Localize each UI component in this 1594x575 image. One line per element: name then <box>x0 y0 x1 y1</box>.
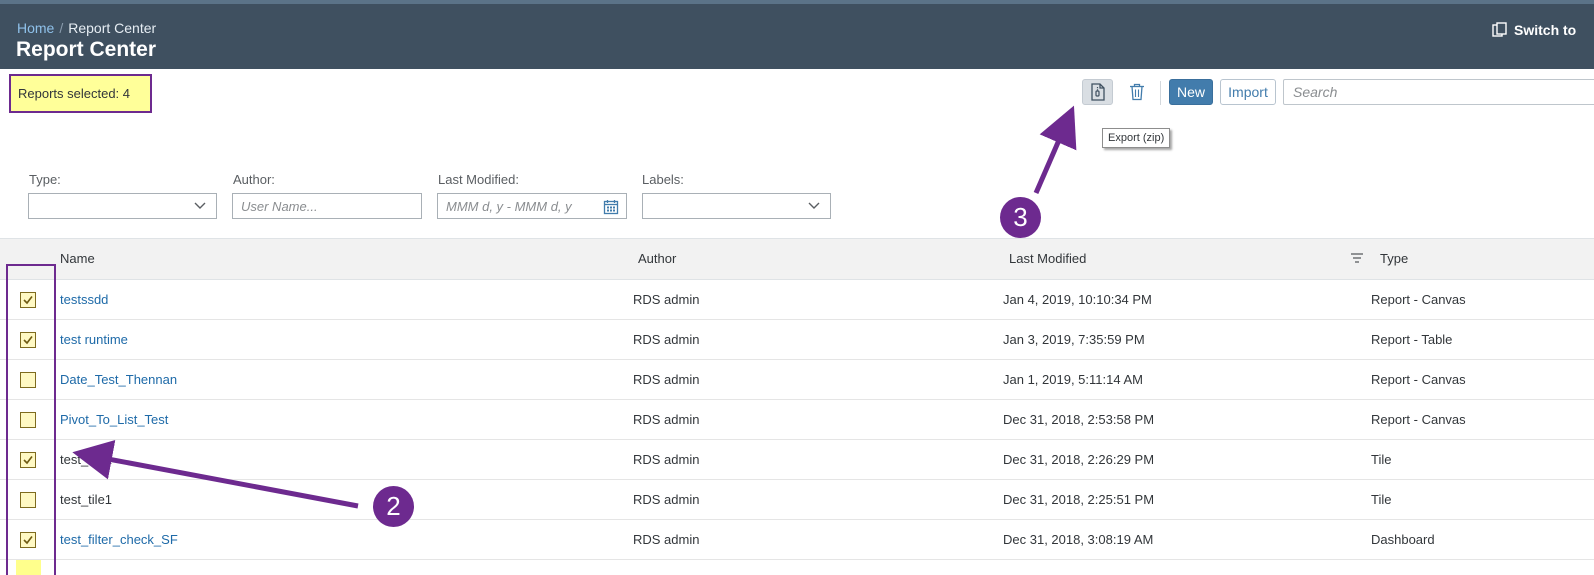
date-range-input[interactable]: MMM d, y - MMM d, y <box>437 193 627 219</box>
breadcrumb-home-link[interactable]: Home <box>17 20 54 36</box>
report-name-link[interactable]: test runtime <box>60 332 128 347</box>
table-row[interactable]: test_tile2 RDS admin Dec 31, 2018, 2:26:… <box>0 440 1594 480</box>
report-author: RDS admin <box>633 452 700 467</box>
author-filter-label: Author: <box>233 172 275 187</box>
report-name-link[interactable]: testssdd <box>60 292 108 307</box>
checkbox-checked-icon <box>23 296 33 305</box>
report-type: Dashboard <box>1371 532 1435 547</box>
page-title: Report Center <box>16 38 157 61</box>
toolbar-divider <box>1160 81 1161 105</box>
table-row[interactable]: testssdd RDS admin Jan 4, 2019, 10:10:34… <box>0 280 1594 320</box>
column-header-name[interactable]: Name <box>60 251 95 266</box>
switch-button[interactable]: Switch to <box>1492 22 1576 38</box>
sort-icon[interactable] <box>1350 252 1364 264</box>
report-type: Tile <box>1371 492 1392 507</box>
import-button[interactable]: Import <box>1220 79 1276 105</box>
row-checkbox[interactable] <box>20 292 36 308</box>
delete-button[interactable] <box>1123 79 1151 105</box>
table-row[interactable]: Pivot_To_List_Test RDS admin Dec 31, 201… <box>0 400 1594 440</box>
report-author: RDS admin <box>633 372 700 387</box>
author-filter-input[interactable]: User Name... <box>232 193 422 219</box>
report-type: Report - Canvas <box>1371 292 1466 307</box>
export-zip-icon <box>1090 83 1105 101</box>
row-checkbox[interactable] <box>20 372 36 388</box>
chevron-down-icon <box>194 202 206 209</box>
table-row[interactable]: test_filter_check_SF RDS admin Dec 31, 2… <box>0 520 1594 560</box>
labels-filter-label: Labels: <box>642 172 684 187</box>
row-checkbox[interactable] <box>20 332 36 348</box>
report-name-link[interactable]: Date_Test_Thennan <box>60 372 177 387</box>
report-last-modified: Dec 31, 2018, 2:25:51 PM <box>1003 492 1155 507</box>
breadcrumb-separator: / <box>59 20 64 36</box>
row-checkbox[interactable] <box>20 492 36 508</box>
breadcrumb-current: Report Center <box>68 20 157 36</box>
checkbox-checked-icon <box>23 336 33 345</box>
table-row[interactable]: test runtime RDS admin Jan 3, 2019, 7:35… <box>0 320 1594 360</box>
report-last-modified: Dec 31, 2018, 2:26:29 PM <box>1003 452 1155 467</box>
search-input[interactable] <box>1283 79 1594 105</box>
selected-count: Reports selected: 4 <box>9 74 152 113</box>
row-checkbox[interactable] <box>20 532 36 548</box>
annotation-badge-3: 3 <box>1000 197 1041 238</box>
breadcrumb: Home / Report Center <box>17 20 156 36</box>
report-author: RDS admin <box>633 412 700 427</box>
table-row[interactable]: test_tile1 RDS admin Dec 31, 2018, 2:25:… <box>0 480 1594 520</box>
switch-icon <box>1492 22 1507 37</box>
report-name-link[interactable]: test_tile1 <box>60 492 112 507</box>
report-last-modified: Jan 3, 2019, 7:35:59 PM <box>1003 332 1145 347</box>
report-type: Report - Table <box>1371 332 1453 347</box>
checkbox-checked-icon <box>23 456 33 465</box>
author-filter-placeholder: User Name... <box>241 198 318 214</box>
report-name-link[interactable]: test_tile2 <box>60 452 112 467</box>
report-last-modified: Jan 1, 2019, 5:11:14 AM <box>1003 372 1143 387</box>
row-checkbox[interactable] <box>20 452 36 468</box>
checkbox-checked-icon <box>23 536 33 545</box>
shell-header: Home / Report Center Report Center Switch … <box>0 4 1594 69</box>
annotation-arrow-3 <box>1033 105 1077 194</box>
new-button[interactable]: New <box>1169 79 1213 105</box>
report-last-modified: Dec 31, 2018, 3:08:19 AM <box>1003 532 1154 547</box>
report-author: RDS admin <box>633 532 700 547</box>
chevron-down-icon <box>808 202 820 209</box>
table-row[interactable]: Date_Test_Thennan RDS admin Jan 1, 2019,… <box>0 360 1594 400</box>
column-header-type[interactable]: Type <box>1380 251 1408 266</box>
report-author: RDS admin <box>633 292 700 307</box>
last-modified-filter-label: Last Modified: <box>438 172 519 187</box>
date-range-placeholder: MMM d, y - MMM d, y <box>446 198 572 214</box>
row-checkbox[interactable] <box>20 412 36 428</box>
type-filter-select[interactable] <box>28 193 217 219</box>
type-filter-label: Type: <box>29 172 61 187</box>
export-button[interactable] <box>1082 79 1113 105</box>
calendar-icon[interactable] <box>603 199 619 215</box>
report-type: Report - Canvas <box>1371 412 1466 427</box>
report-type: Tile <box>1371 452 1392 467</box>
report-type: Report - Canvas <box>1371 372 1466 387</box>
annotation-badge-2: 2 <box>373 486 414 527</box>
column-header-author[interactable]: Author <box>638 251 676 266</box>
trash-icon <box>1130 83 1144 101</box>
report-last-modified: Dec 31, 2018, 2:53:58 PM <box>1003 412 1155 427</box>
report-author: RDS admin <box>633 332 700 347</box>
column-header-last-modified[interactable]: Last Modified <box>1009 251 1086 266</box>
table-header: Name Author Last Modified Type <box>0 238 1594 280</box>
switch-label: Switch to <box>1514 22 1577 38</box>
report-name-link[interactable]: Pivot_To_List_Test <box>60 412 168 427</box>
report-author: RDS admin <box>633 492 700 507</box>
report-last-modified: Jan 4, 2019, 10:10:34 PM <box>1003 292 1152 307</box>
export-tooltip: Export (zip) <box>1102 128 1171 148</box>
report-name-link[interactable]: test_filter_check_SF <box>60 532 178 547</box>
labels-filter-select[interactable] <box>642 193 831 219</box>
